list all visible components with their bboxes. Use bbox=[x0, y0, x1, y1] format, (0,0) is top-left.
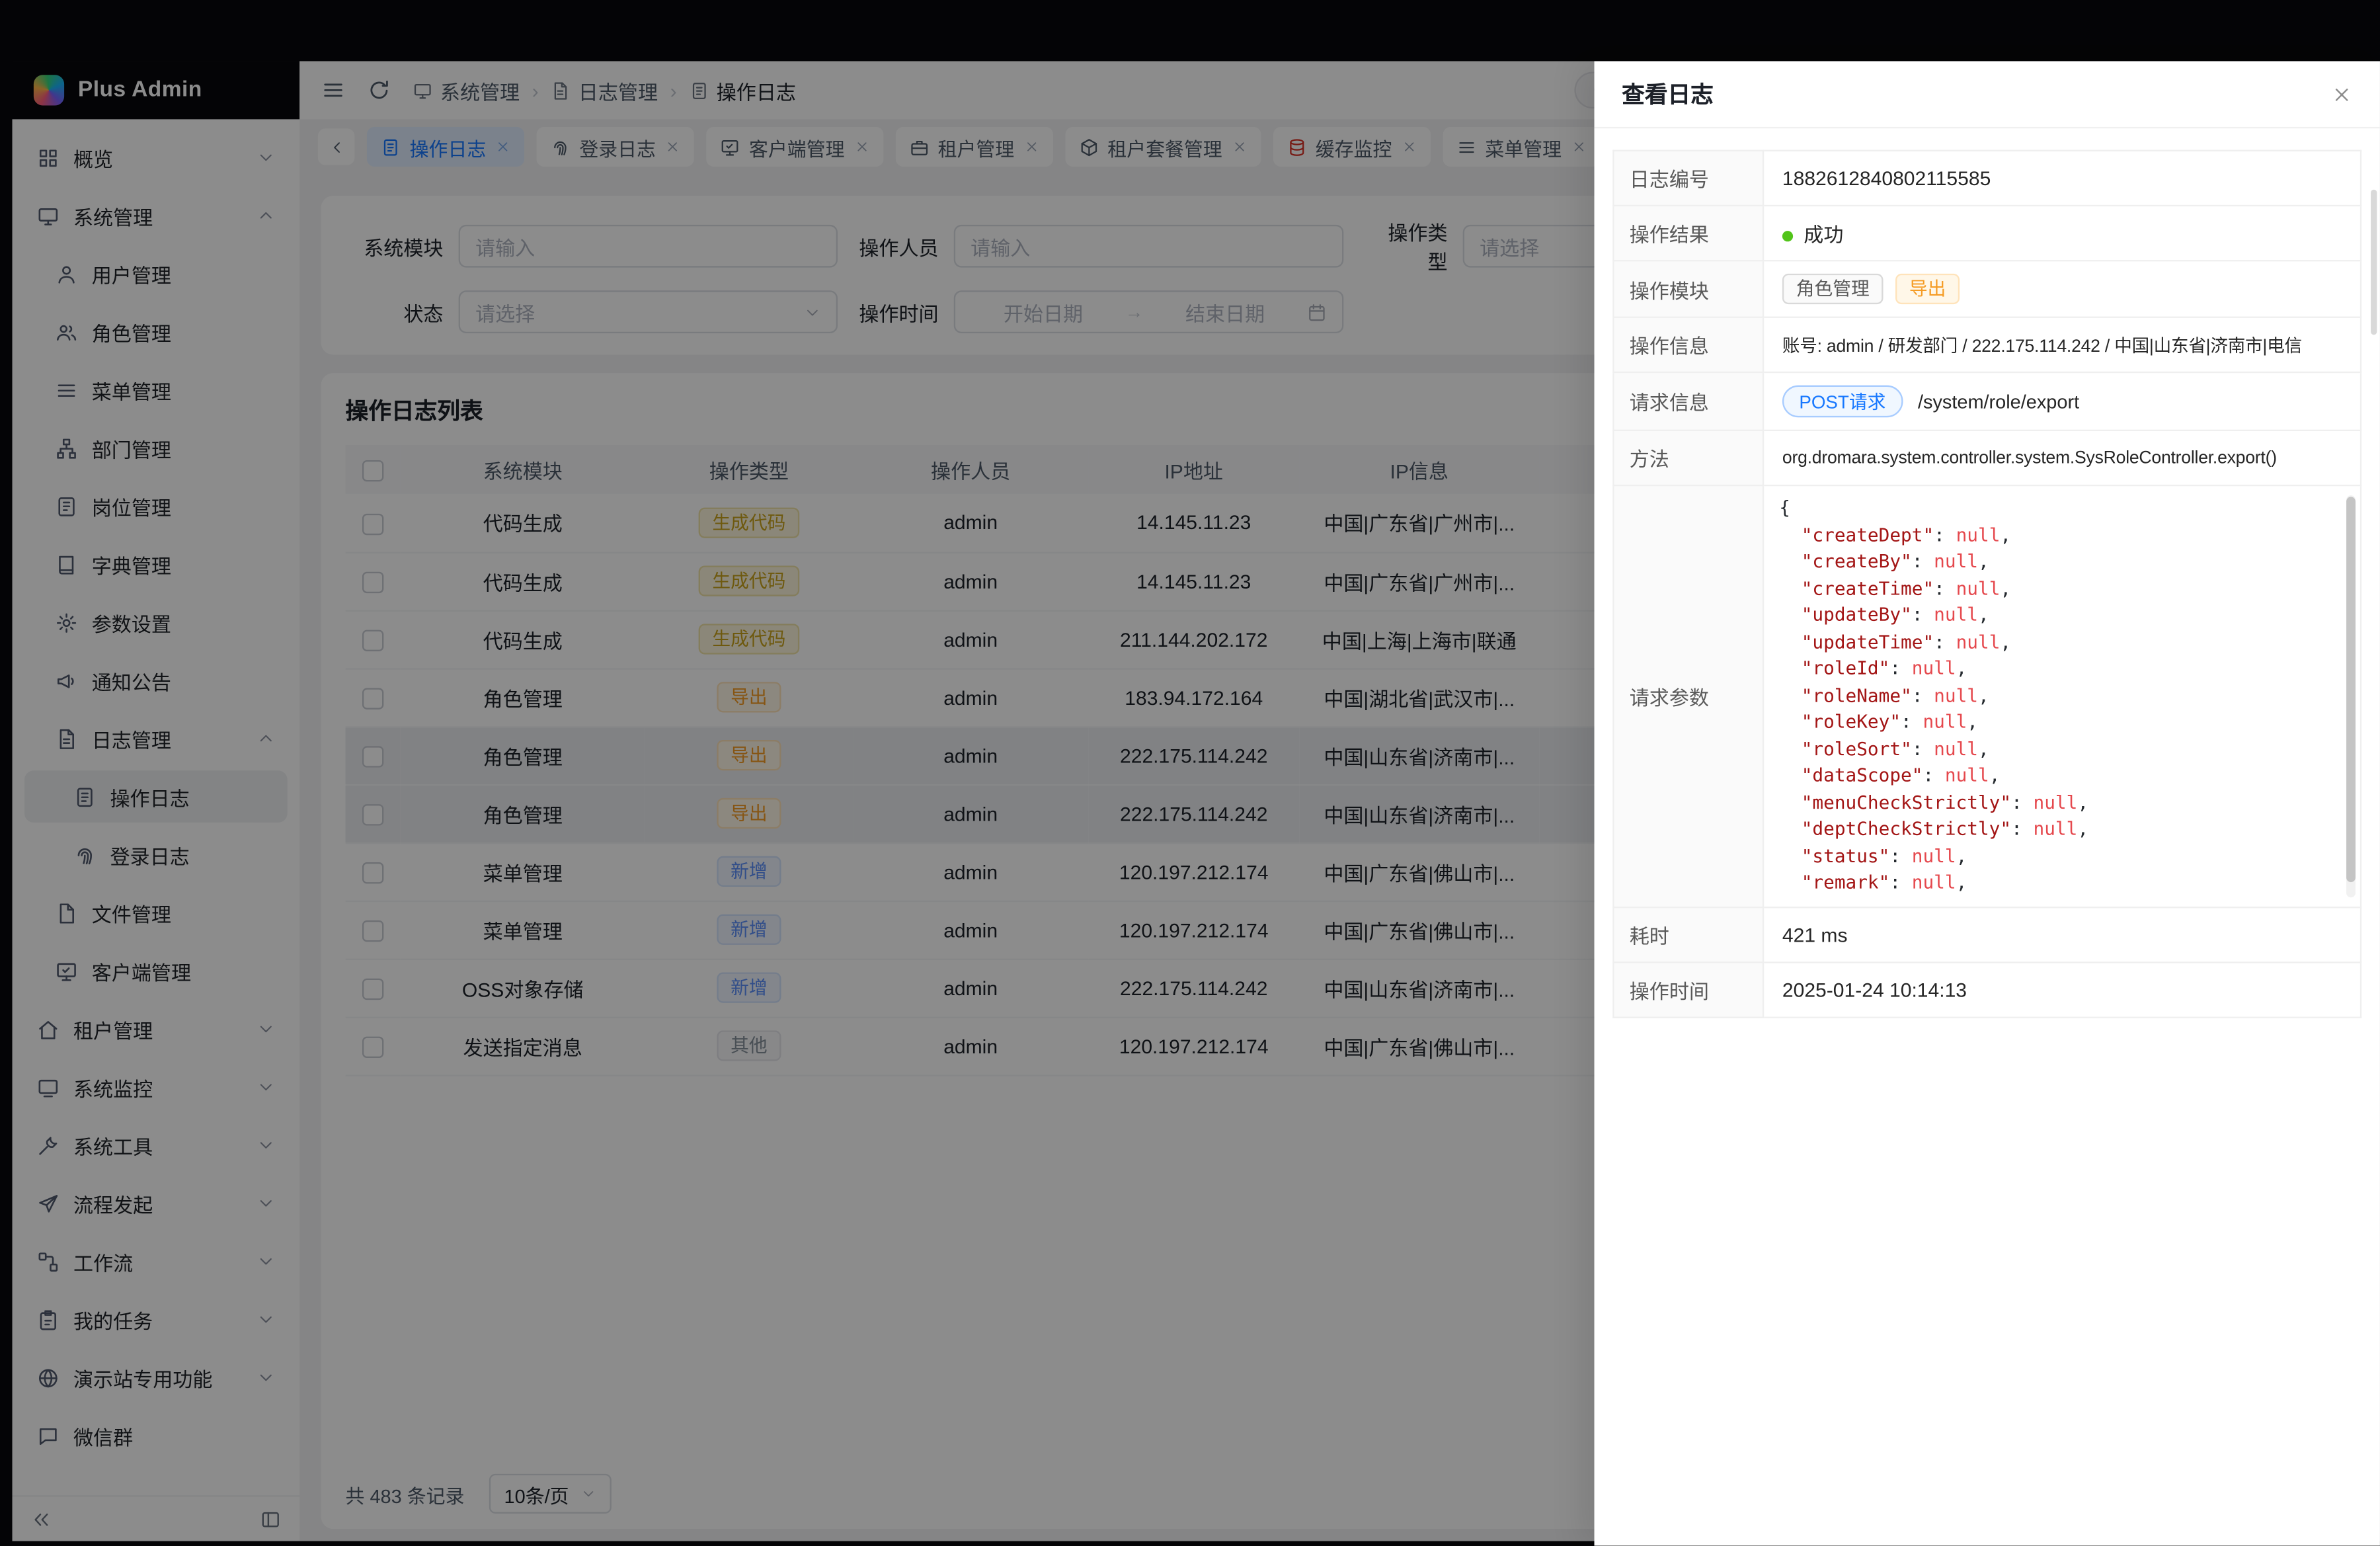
json-key: "roleSort" bbox=[1802, 738, 1912, 759]
json-value: null bbox=[1945, 764, 1989, 786]
json-key: "createTime" bbox=[1802, 577, 1934, 598]
drawer-field-row: 耗时421 ms bbox=[1613, 907, 2361, 962]
json-key: "createBy" bbox=[1802, 550, 1912, 571]
code-line: "createBy": null, bbox=[1779, 549, 2344, 575]
field-value: POST请求/system/role/export bbox=[1763, 372, 2361, 430]
close-drawer-icon[interactable] bbox=[2331, 83, 2352, 104]
field-value: 2025-01-24 10:14:13 bbox=[1763, 962, 2361, 1017]
code-line: "updateBy": null, bbox=[1779, 602, 2344, 629]
json-key: "roleKey" bbox=[1802, 711, 1901, 732]
code-line: "deptCheckStrictly": null, bbox=[1779, 817, 2344, 843]
drawer-header: 查看日志 bbox=[1595, 61, 2380, 128]
json-value: null bbox=[1934, 738, 1978, 759]
field-label: 日志编号 bbox=[1613, 151, 1763, 206]
drawer-scrollbar[interactable] bbox=[2371, 190, 2377, 335]
field-value: { "createDept": null, "createBy": null, … bbox=[1763, 485, 2361, 907]
status-dot bbox=[1782, 231, 1793, 241]
json-key: "deptCheckStrictly" bbox=[1802, 818, 2011, 839]
json-value: null bbox=[1956, 577, 2001, 598]
json-value: null bbox=[1923, 711, 1967, 732]
json-key: "roleId" bbox=[1802, 657, 1890, 678]
field-value: 角色管理导出 bbox=[1763, 261, 2361, 317]
field-label: 操作结果 bbox=[1613, 206, 1763, 261]
field-value: 421 ms bbox=[1763, 907, 2361, 962]
code-scrollbar[interactable] bbox=[2346, 495, 2356, 897]
field-value: 账号: admin / 研发部门 / 222.175.114.242 / 中国|… bbox=[1763, 317, 2361, 372]
field-label: 操作时间 bbox=[1613, 962, 1763, 1017]
field-value: 1882612840802115585 bbox=[1763, 151, 2361, 206]
code-line: "createDept": null, bbox=[1779, 522, 2344, 549]
json-key: "roleName" bbox=[1802, 684, 1912, 706]
code-line: "dataScope": null, bbox=[1779, 763, 2344, 790]
field-label: 请求信息 bbox=[1613, 372, 1763, 430]
json-key: "menuCheckStrictly" bbox=[1802, 792, 2011, 813]
drawer-field-row: 操作模块角色管理导出 bbox=[1613, 261, 2361, 317]
json-key: "updateTime" bbox=[1802, 631, 1934, 652]
code-line: "status": null, bbox=[1779, 843, 2344, 870]
code-line: "roleSort": null, bbox=[1779, 736, 2344, 762]
json-key: "remark" bbox=[1802, 872, 1890, 893]
code-scrollbar-thumb[interactable] bbox=[2346, 497, 2356, 883]
drawer-field-row: 请求参数{ "createDept": null, "createBy": nu… bbox=[1613, 485, 2361, 907]
json-key: "createDept" bbox=[1802, 524, 1934, 545]
drawer-field-row: 操作结果 成功 bbox=[1613, 206, 2361, 261]
view-log-drawer: 查看日志 日志编号1882612840802115585操作结果 成功操作模块角色… bbox=[1595, 61, 2380, 1545]
code-line: "updateTime": null, bbox=[1779, 629, 2344, 655]
field-label: 请求参数 bbox=[1613, 485, 1763, 907]
module-tag: 导出 bbox=[1895, 274, 1960, 304]
screen: Plus Admin 概览系统管理用户管理角色管理菜单管理部门管理岗位管理字典管… bbox=[0, 0, 2380, 1546]
drawer-title: 查看日志 bbox=[1622, 78, 1714, 110]
json-value: null bbox=[1956, 631, 2001, 652]
drawer-field-row: 请求信息POST请求/system/role/export bbox=[1613, 372, 2361, 430]
request-params-json[interactable]: { "createDept": null, "createBy": null, … bbox=[1779, 495, 2344, 897]
field-label: 耗时 bbox=[1613, 907, 1763, 962]
code-line: { bbox=[1779, 495, 2344, 522]
code-line: "roleId": null, bbox=[1779, 656, 2344, 682]
json-key: "updateBy" bbox=[1802, 604, 1912, 625]
drawer-field-row: 方法org.dromara.system.controller.system.S… bbox=[1613, 430, 2361, 485]
module-tag: 角色管理 bbox=[1782, 274, 1884, 304]
drawer-field-row: 操作时间2025-01-24 10:14:13 bbox=[1613, 962, 2361, 1017]
json-value: null bbox=[2034, 818, 2078, 839]
json-value: null bbox=[1912, 657, 1956, 678]
json-value: null bbox=[1912, 844, 1956, 866]
field-label: 方法 bbox=[1613, 430, 1763, 485]
json-value: null bbox=[1934, 550, 1978, 571]
field-label: 操作模块 bbox=[1613, 261, 1763, 317]
code-line: "roleKey": null, bbox=[1779, 710, 2344, 736]
json-value: null bbox=[1956, 524, 2001, 545]
json-value: null bbox=[1934, 604, 1978, 625]
json-value: null bbox=[1912, 872, 1956, 893]
request-method-tag: POST请求 bbox=[1782, 386, 1903, 418]
code-line: "roleName": null, bbox=[1779, 682, 2344, 709]
request-url: /system/role/export bbox=[1918, 391, 2079, 413]
field-label: 操作信息 bbox=[1613, 317, 1763, 372]
drawer-body: 日志编号1882612840802115585操作结果成功操作模块角色管理导出操… bbox=[1595, 128, 2380, 1545]
field-value: 成功 bbox=[1763, 206, 2361, 261]
log-detail-table: 日志编号1882612840802115585操作结果成功操作模块角色管理导出操… bbox=[1612, 150, 2361, 1018]
json-key: "dataScope" bbox=[1802, 764, 1923, 786]
json-value: null bbox=[1934, 684, 1978, 706]
json-value: null bbox=[2034, 792, 2078, 813]
drawer-field-row: 日志编号1882612840802115585 bbox=[1613, 151, 2361, 206]
code-line: "createTime": null, bbox=[1779, 576, 2344, 602]
code-line: "menuCheckStrictly": null, bbox=[1779, 790, 2344, 816]
drawer-field-row: 操作信息账号: admin / 研发部门 / 222.175.114.242 /… bbox=[1613, 317, 2361, 372]
code-line: "remark": null, bbox=[1779, 870, 2344, 897]
json-key: "status" bbox=[1802, 844, 1890, 866]
status-text: 成功 bbox=[1804, 224, 1843, 247]
field-value: org.dromara.system.controller.system.Sys… bbox=[1763, 430, 2361, 485]
